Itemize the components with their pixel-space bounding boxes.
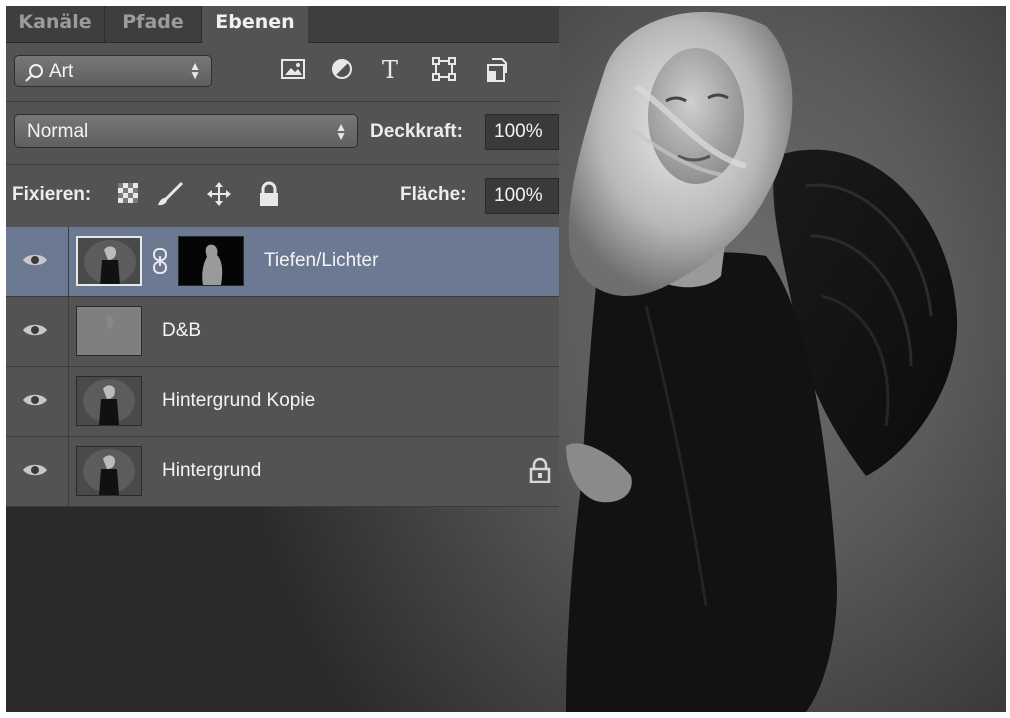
layer-list: Tiefen/Lichter D&B Hintergrund Kopie Hin… xyxy=(6,227,559,507)
layer-filter-row: Art ▲ ▼ T xyxy=(6,43,559,102)
blend-mode-row: Normal ▲ ▼ Deckkraft: 100% xyxy=(6,102,559,165)
layer-row-hintergrund[interactable]: Hintergrund xyxy=(6,437,559,507)
opacity-label: Deckkraft: xyxy=(370,121,463,142)
search-icon xyxy=(25,63,45,88)
layer-row-tiefen-lichter[interactable]: Tiefen/Lichter xyxy=(6,227,559,297)
layer-lock-icon[interactable] xyxy=(529,457,551,488)
lock-label: Fixieren: xyxy=(12,184,92,205)
visibility-toggle[interactable] xyxy=(6,367,69,436)
eye-icon xyxy=(23,254,47,266)
filter-kind-label: Art xyxy=(49,61,74,82)
lock-all-icon[interactable] xyxy=(258,181,284,209)
layer-name[interactable]: Tiefen/Lichter xyxy=(264,250,378,272)
updown-arrows-icon: ▲ ▼ xyxy=(189,59,201,82)
blend-mode-select[interactable]: Normal ▲ ▼ xyxy=(14,114,358,148)
image-filter-icon[interactable] xyxy=(280,57,308,85)
eye-icon xyxy=(23,324,47,336)
layer-thumbnail[interactable] xyxy=(76,236,142,286)
lock-position-icon[interactable] xyxy=(206,181,232,209)
filter-kind-select[interactable]: Art ▲ ▼ xyxy=(14,55,212,87)
blend-mode-value: Normal xyxy=(27,121,89,142)
layer-row-db[interactable]: D&B xyxy=(6,297,559,367)
opacity-input[interactable]: 100% xyxy=(485,114,559,150)
eye-icon xyxy=(23,394,47,406)
visibility-toggle[interactable] xyxy=(6,437,69,506)
layer-name[interactable]: D&B xyxy=(162,320,201,342)
layer-name[interactable]: Hintergrund xyxy=(162,460,261,482)
visibility-toggle[interactable] xyxy=(6,227,69,296)
type-filter-icon[interactable]: T xyxy=(380,56,408,85)
adjustment-filter-icon[interactable] xyxy=(330,57,358,85)
visibility-toggle[interactable] xyxy=(6,297,69,366)
tab-layers[interactable]: Ebenen xyxy=(202,6,308,43)
mask-link-icon[interactable] xyxy=(152,247,168,280)
smart-object-filter-icon[interactable] xyxy=(484,57,512,85)
panel-tab-bar: Kanäle Pfade Ebenen xyxy=(6,6,559,43)
updown-arrows-icon: ▲ ▼ xyxy=(335,120,347,143)
layers-panel: Kanäle Pfade Ebenen Art ▲ ▼ T Normal ▲ ▼… xyxy=(6,6,559,507)
lock-transparency-icon[interactable] xyxy=(116,181,142,209)
tab-paths[interactable]: Pfade xyxy=(105,6,202,42)
eye-icon xyxy=(23,464,47,476)
layer-thumbnail[interactable] xyxy=(76,446,142,496)
shape-filter-icon[interactable] xyxy=(432,57,460,85)
layer-name[interactable]: Hintergrund Kopie xyxy=(162,390,315,412)
layer-thumbnail[interactable] xyxy=(76,306,142,356)
layer-row-hintergrund-kopie[interactable]: Hintergrund Kopie xyxy=(6,367,559,437)
layer-thumbnail[interactable] xyxy=(76,376,142,426)
lock-pixels-icon[interactable] xyxy=(156,181,184,209)
svg-text:T: T xyxy=(382,57,398,81)
layer-mask-thumbnail[interactable] xyxy=(178,236,244,286)
fill-input[interactable]: 100% xyxy=(485,178,559,214)
fill-label: Fläche: xyxy=(400,184,467,205)
tab-channels[interactable]: Kanäle xyxy=(6,6,105,42)
lock-row: Fixieren: Fläche: 100% xyxy=(6,165,559,228)
